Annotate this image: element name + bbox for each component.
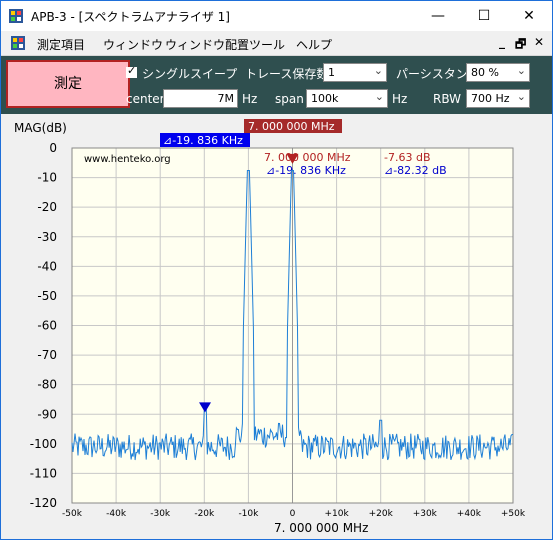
menu-window-layout[interactable]: ウィンドウ配置 <box>165 36 249 53</box>
x-tick-label: +50k <box>501 509 526 519</box>
y-tick-label: -70 <box>37 348 57 362</box>
menu-bar: 測定項目 ウィンドウ ウィンドウ配置 ツール ヘルプ _ 🗗 ✕ <box>1 31 552 56</box>
mdi-child-icon[interactable] <box>11 36 25 50</box>
menu-help[interactable]: ヘルプ <box>296 36 332 53</box>
marker2-level-readout: ⊿-82.32 dB <box>384 164 447 177</box>
y-tick-label: -60 <box>37 319 57 333</box>
trace-save-label: トレース保存数 <box>245 67 329 81</box>
rbw-label: RBW <box>433 92 462 106</box>
app-icon <box>9 9 23 23</box>
maximize-icon[interactable]: ☐ <box>461 1 507 31</box>
menu-measure-items[interactable]: 測定項目 <box>37 36 85 53</box>
y-tick-labels: 0 -10 -20 -30 -40 -50 -60 -70 -80 -90 -100 -110 -120 <box>30 141 57 510</box>
mdi-restore-icon[interactable]: 🗗 <box>515 35 526 56</box>
chevron-down-icon: ⌄ <box>516 90 526 103</box>
single-sweep-checkbox[interactable] <box>126 64 137 78</box>
span-unit: Hz <box>392 92 408 106</box>
y-tick-label: -20 <box>37 200 57 214</box>
app-window: APB-3 - [スペクトラムアナライザ 1] — ☐ ✕ 測定項目 ウィンドウ… <box>0 0 553 540</box>
x-tick-label: -40k <box>106 509 127 519</box>
y-tick-label: -40 <box>37 259 57 273</box>
single-sweep-label: シングルスイープ <box>142 67 238 81</box>
chevron-down-icon: ⌄ <box>374 90 384 103</box>
spectrum-chart-area: MAG(dB) 7. 000 000 MHz ⊿-19. 836 KHz 0 -1… <box>1 114 552 539</box>
title-bar: APB-3 - [スペクトラムアナライザ 1] — ☐ ✕ <box>1 1 552 31</box>
minimize-icon[interactable]: — <box>415 1 461 31</box>
span-select[interactable]: 100k ⌄ <box>306 89 388 108</box>
measure-button[interactable]: 測定 <box>6 60 130 108</box>
marker1-freq-readout: 7. 000 000 MHz <box>264 151 351 164</box>
y-tick-label: -120 <box>30 496 57 510</box>
x-tick-label: -30k <box>150 509 171 519</box>
watermark: www.henteko.org <box>84 154 171 165</box>
y-tick-label: 0 <box>49 141 57 155</box>
control-panel: 測定 シングルスイープ トレース保存数 1 ⌄ パーシスタンス 80 % ⌄ c… <box>1 56 552 114</box>
y-tick-label: -90 <box>37 407 57 421</box>
mdi-minimize-icon[interactable]: _ <box>499 35 505 49</box>
x-axis-label: 7. 000 000 MHz <box>274 521 368 535</box>
marker2-top-label: ⊿-19. 836 KHz <box>163 134 243 147</box>
menu-window[interactable]: ウィンドウ <box>103 36 163 53</box>
y-tick-label: -10 <box>37 171 57 185</box>
chevron-down-icon: ⌄ <box>373 64 383 77</box>
marker1-level-readout: -7.63 dB <box>384 151 431 164</box>
y-axis-label: MAG(dB) <box>14 121 67 135</box>
y-tick-label: -30 <box>37 230 57 244</box>
persistence-select[interactable]: 80 % ⌄ <box>466 63 530 82</box>
x-tick-label: +10k <box>324 509 349 519</box>
chevron-down-icon: ⌄ <box>516 64 526 77</box>
window-title: APB-3 - [スペクトラムアナライザ 1] <box>31 10 230 24</box>
y-tick-label: -50 <box>37 289 57 303</box>
x-tick-label: +40k <box>457 509 482 519</box>
x-tick-label: -10k <box>238 509 259 519</box>
spectrum-chart[interactable]: MAG(dB) 7. 000 000 MHz ⊿-19. 836 KHz 0 -1… <box>1 114 552 539</box>
close-icon[interactable]: ✕ <box>506 1 552 31</box>
y-tick-label: -100 <box>30 437 57 451</box>
y-tick-label: -110 <box>30 466 57 480</box>
mdi-close-icon[interactable]: ✕ <box>534 35 544 49</box>
rbw-select[interactable]: 700 Hz ⌄ <box>466 89 530 108</box>
span-label: span <box>275 92 304 106</box>
center-unit: Hz <box>242 92 258 106</box>
x-tick-label: +30k <box>413 509 438 519</box>
x-tick-labels: -50k -40k -30k -20k -10k 0 +10k +20k +30k +40k +50… <box>62 509 526 519</box>
x-tick-label: 0 <box>290 509 296 519</box>
center-input[interactable]: 7M <box>163 89 238 108</box>
marker2-freq-readout: ⊿-19. 836 KHz <box>266 164 346 177</box>
menu-tools[interactable]: ツール <box>249 36 285 53</box>
y-tick-label: -80 <box>37 378 57 392</box>
x-tick-label: -20k <box>194 509 215 519</box>
center-label: center <box>126 92 165 106</box>
x-tick-label: +20k <box>369 509 394 519</box>
x-tick-label: -50k <box>62 509 83 519</box>
trace-save-select[interactable]: 1 ⌄ <box>323 63 387 82</box>
marker1-top-label: 7. 000 000 MHz <box>248 120 335 133</box>
